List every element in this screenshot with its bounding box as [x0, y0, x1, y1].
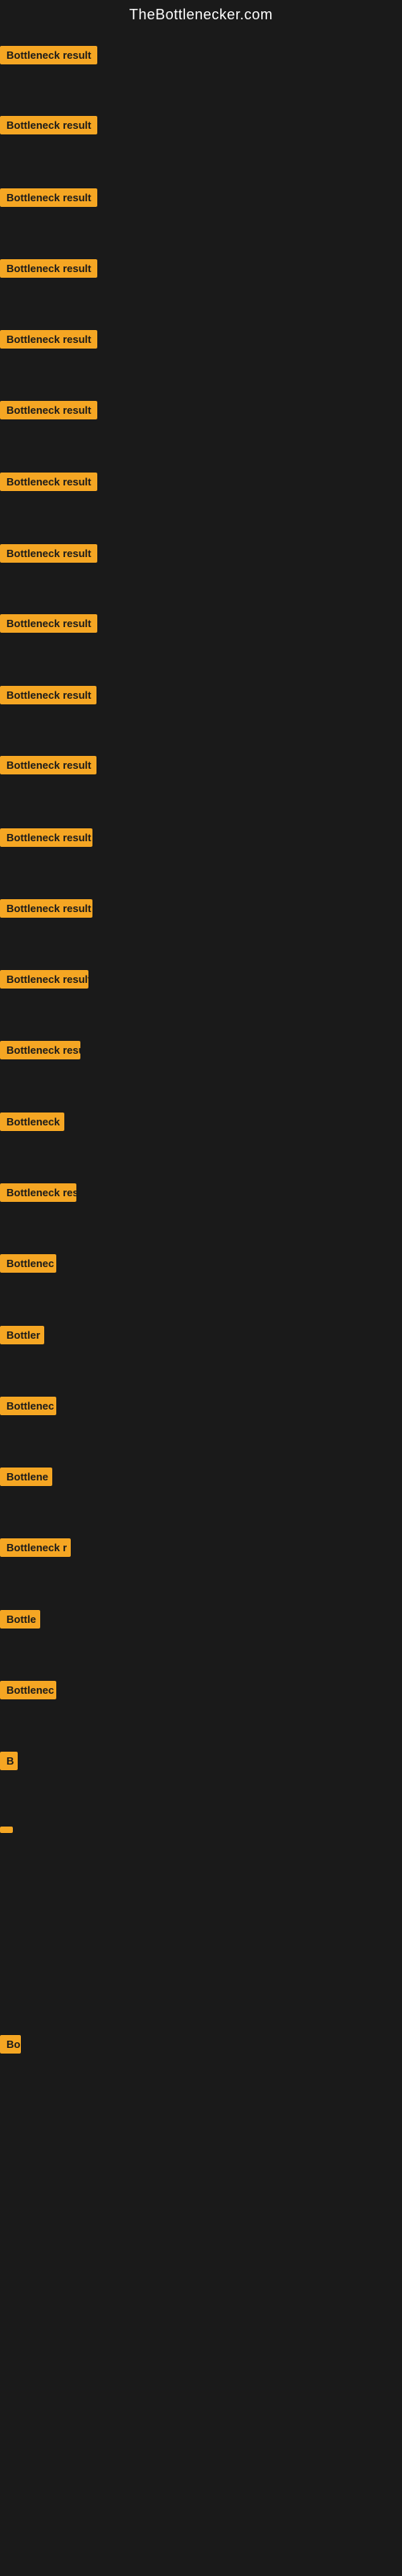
bottleneck-badge-15: Bottleneck resu [0, 1041, 80, 1059]
bottleneck-item-5[interactable]: Bottleneck result [0, 330, 97, 353]
bottleneck-badge-16: Bottleneck [0, 1113, 64, 1131]
bottleneck-item-7[interactable]: Bottleneck result [0, 473, 97, 495]
bottleneck-badge-25: B [0, 1752, 18, 1770]
bottleneck-item-10[interactable]: Bottleneck result [0, 686, 96, 708]
bottleneck-item-11[interactable]: Bottleneck result [0, 756, 96, 778]
bottleneck-item-13[interactable]: Bottleneck result [0, 899, 92, 922]
bottleneck-badge-24: Bottlenec [0, 1681, 56, 1699]
bottleneck-badge-10: Bottleneck result [0, 686, 96, 704]
site-title: TheBottlenecker.com [0, 0, 402, 28]
bottleneck-badge-4: Bottleneck result [0, 259, 97, 278]
bottleneck-item-15[interactable]: Bottleneck resu [0, 1041, 80, 1063]
bottleneck-badge-21: Bottlene [0, 1468, 52, 1486]
bottleneck-item-18[interactable]: Bottlenec [0, 1254, 56, 1277]
bottleneck-badge-26 [0, 1827, 13, 1833]
bottleneck-item-8[interactable]: Bottleneck result [0, 544, 97, 567]
bottleneck-item-25[interactable]: B [0, 1752, 18, 1774]
bottleneck-item-17[interactable]: Bottleneck res [0, 1183, 76, 1206]
bottleneck-item-16[interactable]: Bottleneck [0, 1113, 64, 1135]
bottleneck-badge-14: Bottleneck result [0, 970, 88, 989]
bottleneck-item-3[interactable]: Bottleneck result [0, 188, 97, 211]
bottleneck-item-24[interactable]: Bottlenec [0, 1681, 56, 1703]
bottleneck-badge-11: Bottleneck result [0, 756, 96, 774]
bottleneck-item-26[interactable] [0, 1823, 13, 1837]
bottleneck-item-21[interactable]: Bottlene [0, 1468, 52, 1490]
bottleneck-item-23[interactable]: Bottle [0, 1610, 40, 1633]
bottleneck-badge-27: Bo [0, 2035, 21, 2054]
bottleneck-item-6[interactable]: Bottleneck result [0, 401, 97, 423]
bottleneck-badge-17: Bottleneck res [0, 1183, 76, 1202]
bottleneck-item-19[interactable]: Bottler [0, 1326, 44, 1348]
bottleneck-badge-5: Bottleneck result [0, 330, 97, 349]
bottleneck-badge-23: Bottle [0, 1610, 40, 1629]
bottleneck-item-27[interactable]: Bo [0, 2035, 21, 2058]
bottleneck-item-22[interactable]: Bottleneck r [0, 1538, 71, 1561]
bottleneck-badge-7: Bottleneck result [0, 473, 97, 491]
bottleneck-badge-20: Bottlenec [0, 1397, 56, 1415]
bottleneck-item-1[interactable]: Bottleneck result [0, 46, 97, 68]
bottleneck-item-4[interactable]: Bottleneck result [0, 259, 97, 282]
bottleneck-item-12[interactable]: Bottleneck result [0, 828, 92, 851]
bottleneck-badge-8: Bottleneck result [0, 544, 97, 563]
bottleneck-badge-1: Bottleneck result [0, 46, 97, 64]
bottleneck-badge-22: Bottleneck r [0, 1538, 71, 1557]
bottleneck-badge-2: Bottleneck result [0, 116, 97, 134]
bottleneck-badge-13: Bottleneck result [0, 899, 92, 918]
bottleneck-badge-19: Bottler [0, 1326, 44, 1344]
bottleneck-badge-9: Bottleneck result [0, 614, 97, 633]
bottleneck-badge-3: Bottleneck result [0, 188, 97, 207]
bottleneck-badge-6: Bottleneck result [0, 401, 97, 419]
bottleneck-badge-12: Bottleneck result [0, 828, 92, 847]
bottleneck-badge-18: Bottlenec [0, 1254, 56, 1273]
bottleneck-item-2[interactable]: Bottleneck result [0, 116, 97, 138]
bottleneck-item-20[interactable]: Bottlenec [0, 1397, 56, 1419]
bottleneck-item-9[interactable]: Bottleneck result [0, 614, 97, 637]
bottleneck-item-14[interactable]: Bottleneck result [0, 970, 88, 993]
site-header: TheBottlenecker.com [0, 0, 402, 28]
